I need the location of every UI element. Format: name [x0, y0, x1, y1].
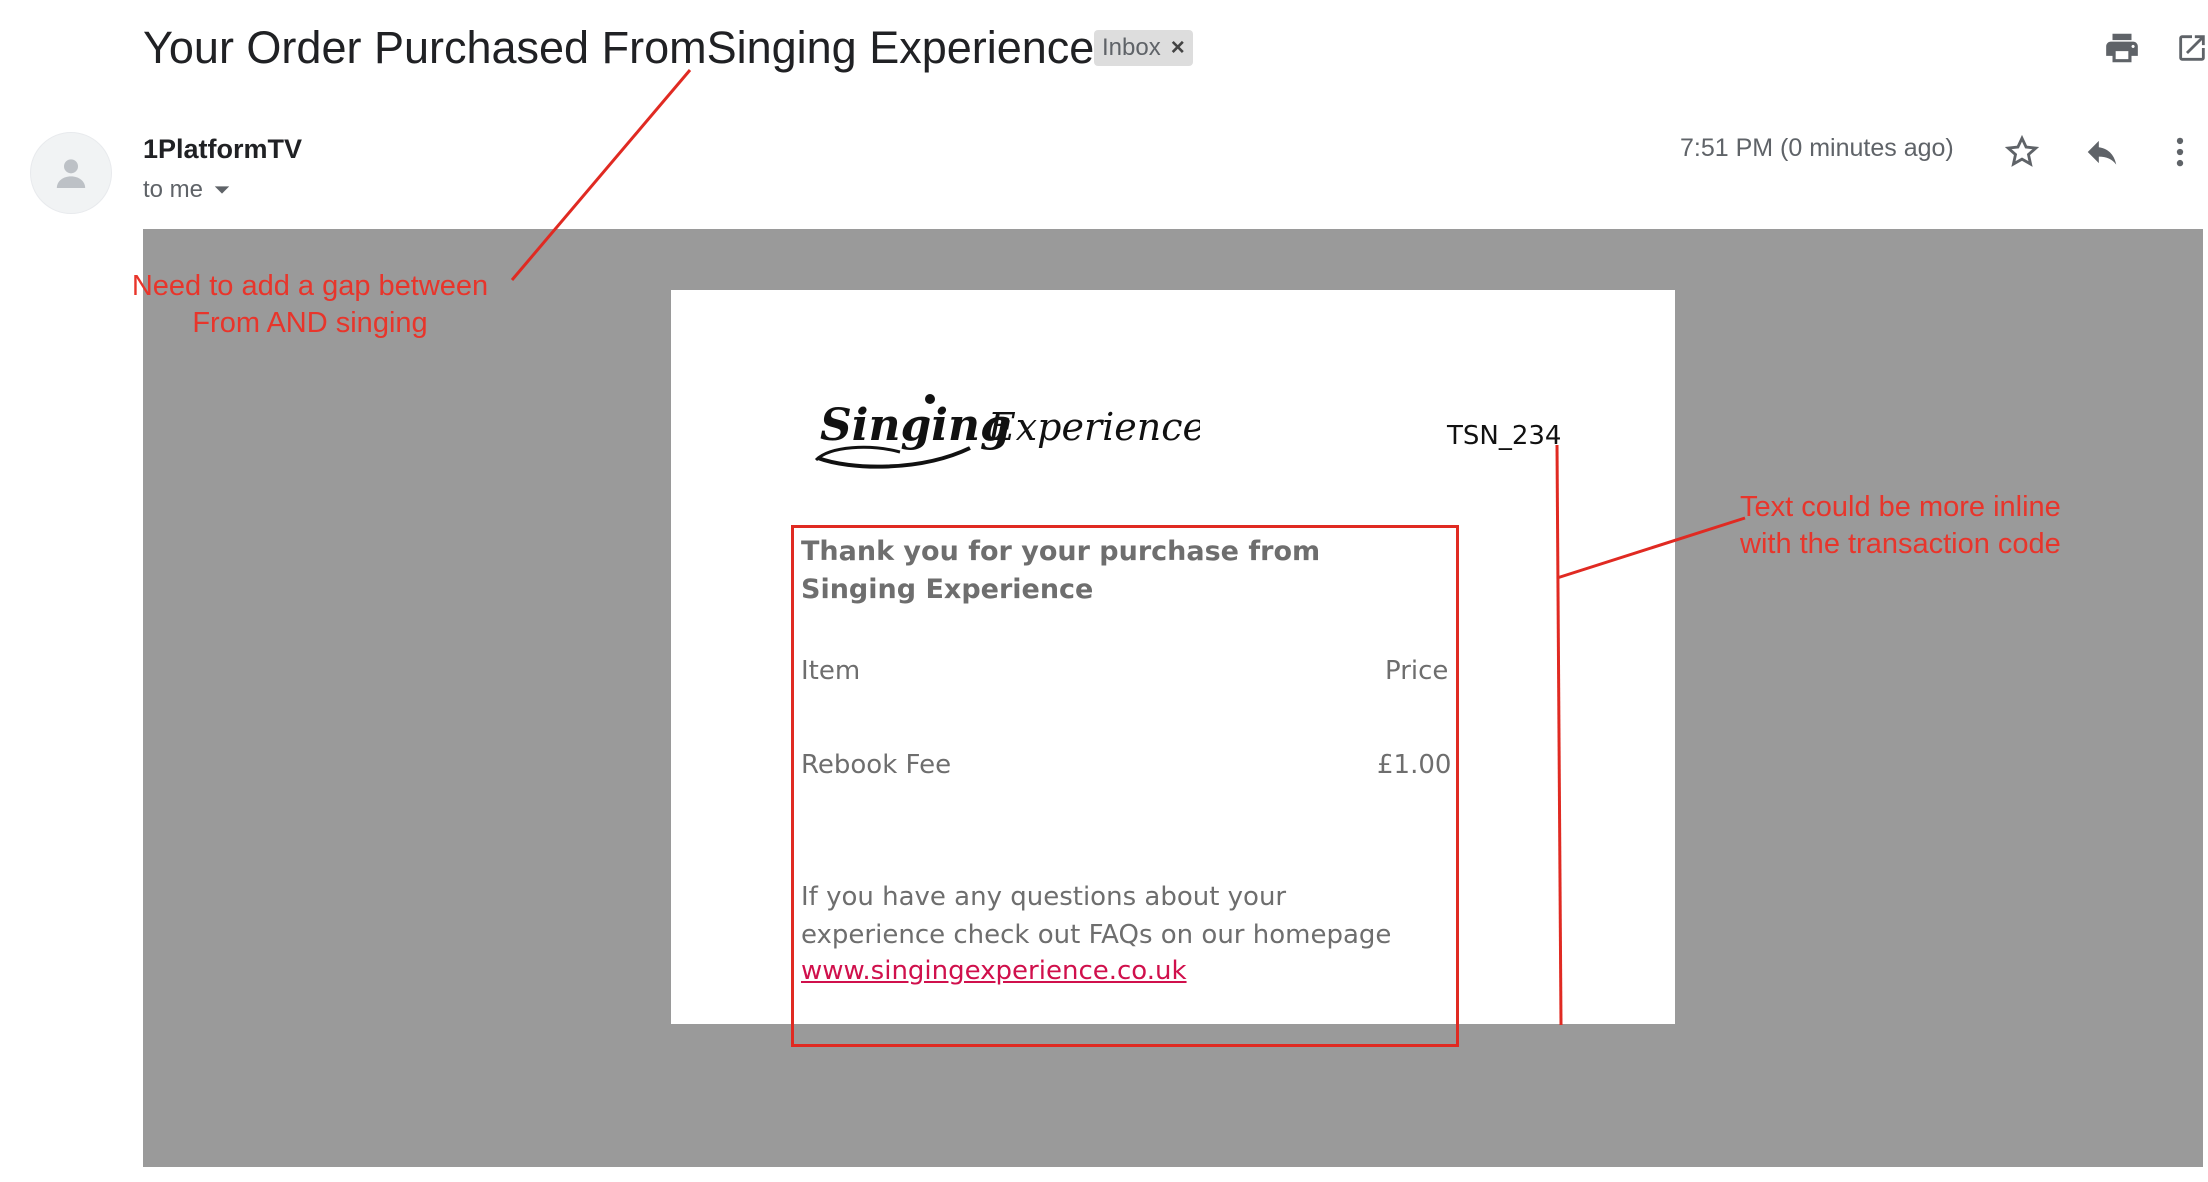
sender-name[interactable]: 1PlatformTV — [143, 134, 302, 165]
reply-icon[interactable] — [2080, 130, 2124, 174]
print-icon[interactable] — [2100, 26, 2144, 70]
person-icon — [56, 159, 86, 188]
open-in-new-window-icon[interactable] — [2170, 26, 2208, 70]
star-icon[interactable] — [2000, 130, 2044, 174]
svg-text:Experience: Experience — [987, 405, 1200, 449]
svg-text:Singing: Singing — [820, 400, 1011, 451]
sender-avatar — [30, 132, 112, 214]
inbox-label-chip[interactable]: Inbox × — [1094, 30, 1193, 66]
more-vertical-icon[interactable] — [2158, 130, 2202, 174]
email-timestamp: 7:51 PM (0 minutes ago) — [1680, 134, 1954, 162]
transaction-code: TSN_234 — [1447, 421, 1562, 451]
email-subject: Your Order Purchased FromSinging Experie… — [143, 22, 1095, 73]
recipient-details-toggle[interactable]: to me — [143, 176, 231, 204]
annotation-note-gap: Need to add a gap between From AND singi… — [131, 270, 489, 339]
remove-label-icon[interactable]: × — [1171, 30, 1185, 66]
annotation-highlight-box — [791, 525, 1459, 1047]
recipient-label: to me — [143, 176, 204, 203]
annotation-note-inline: Text could be more inline with the trans… — [1740, 491, 2061, 560]
inbox-label-text: Inbox — [1102, 34, 1161, 61]
singing-experience-logo: Singing Experience — [810, 390, 1205, 480]
caret-down-icon[interactable] — [213, 181, 231, 199]
